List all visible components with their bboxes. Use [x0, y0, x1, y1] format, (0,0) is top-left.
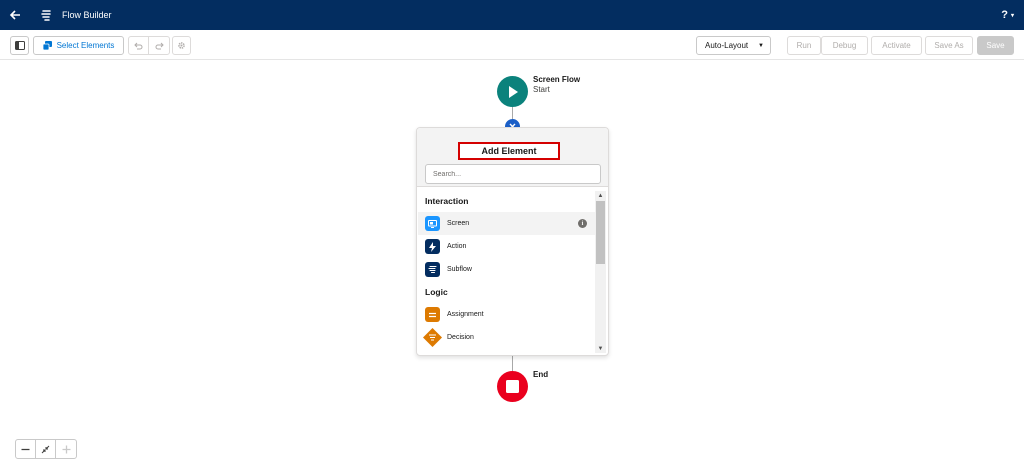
save-button[interactable]: Save	[977, 36, 1014, 55]
section-title-logic: Logic	[425, 287, 448, 297]
minus-icon	[21, 448, 30, 450]
zoom-in-button[interactable]	[56, 440, 76, 458]
redo-icon	[155, 42, 164, 49]
plus-icon	[62, 445, 70, 453]
info-icon[interactable]: i	[578, 219, 587, 228]
toggle-panel-button[interactable]	[10, 36, 29, 55]
back-arrow-icon	[9, 10, 20, 20]
help-menu-button[interactable]: ? ▾	[1001, 0, 1014, 30]
undo-redo-group	[128, 36, 170, 55]
list-item-screen[interactable]: Screen i	[418, 212, 596, 235]
connector-line	[512, 107, 513, 119]
layout-select[interactable]: Auto-Layout ▼	[696, 36, 771, 55]
play-icon	[508, 85, 518, 98]
section-title-interaction: Interaction	[425, 196, 469, 206]
flow-icon	[36, 0, 56, 30]
zoom-out-button[interactable]	[16, 440, 36, 458]
stop-icon	[506, 380, 519, 393]
fit-view-button[interactable]	[36, 440, 56, 458]
select-elements-button[interactable]: Select Elements	[33, 36, 124, 55]
panel-header: Add Element	[417, 128, 608, 187]
scroll-thumb[interactable]	[596, 201, 605, 264]
list-scrollbar[interactable]: ▲ ▼	[595, 191, 606, 353]
app-title: Flow Builder	[62, 10, 112, 20]
scroll-up-icon[interactable]: ▲	[597, 192, 604, 199]
end-node[interactable]	[497, 371, 528, 402]
activate-button[interactable]: Activate	[871, 36, 922, 55]
list-item-subflow[interactable]: Subflow	[418, 258, 596, 281]
list-item-action[interactable]: Action	[418, 235, 596, 258]
search-input[interactable]	[425, 164, 601, 184]
help-icon: ?	[1001, 9, 1008, 21]
zoom-controls	[15, 439, 77, 459]
element-list: Interaction Screen i Action Subflow Logi…	[417, 191, 597, 355]
start-node-label: Screen Flow Start	[533, 75, 580, 95]
app-header: Flow Builder ? ▾	[0, 0, 1024, 30]
panel-title: Add Element	[458, 142, 560, 160]
end-node-label: End	[533, 370, 549, 379]
item-label: Action	[447, 243, 467, 250]
item-label: Screen	[447, 220, 470, 227]
screen-icon	[425, 216, 440, 231]
activate-label: Activate	[882, 41, 911, 50]
undo-button[interactable]	[129, 37, 149, 54]
select-elements-label: Select Elements	[56, 41, 115, 50]
debug-button[interactable]: Debug	[821, 36, 868, 55]
item-label: Subflow	[447, 266, 472, 273]
item-label: Decision	[447, 334, 474, 341]
save-label: Save	[986, 41, 1005, 50]
save-as-label: Save As	[934, 41, 964, 50]
chevron-down-icon: ▼	[758, 42, 764, 49]
gear-icon	[178, 42, 185, 49]
list-item-assignment[interactable]: Assignment	[418, 303, 596, 326]
list-item-decision[interactable]: Decision	[418, 326, 596, 349]
scroll-down-icon[interactable]: ▼	[597, 345, 604, 352]
layout-select-value: Auto-Layout	[705, 41, 749, 50]
run-button[interactable]: Run	[787, 36, 821, 55]
start-node-title: Screen Flow	[533, 75, 581, 84]
redo-button[interactable]	[149, 37, 169, 54]
start-node[interactable]	[497, 76, 528, 107]
chevron-down-icon: ▾	[1010, 12, 1014, 19]
panel-toggle-icon	[14, 41, 25, 50]
item-label: Assignment	[447, 311, 484, 318]
fit-view-icon	[41, 445, 50, 453]
toolbar: Select Elements Auto-Layout ▼ Run Debug …	[0, 30, 1024, 60]
undo-icon	[134, 42, 143, 49]
flow-settings-button[interactable]	[172, 36, 191, 55]
save-as-button[interactable]: Save As	[925, 36, 973, 55]
subflow-icon	[425, 262, 440, 277]
assignment-icon	[425, 307, 440, 322]
debug-label: Debug	[832, 41, 857, 50]
select-elements-icon	[42, 41, 52, 50]
lightning-icon	[425, 239, 440, 254]
decision-icon	[423, 328, 442, 347]
back-button[interactable]	[0, 0, 30, 30]
start-node-subtitle: Start	[533, 85, 550, 94]
run-label: Run	[796, 41, 812, 50]
add-element-panel: Add Element Interaction Screen i Action …	[416, 127, 609, 356]
connector-line	[512, 356, 513, 371]
